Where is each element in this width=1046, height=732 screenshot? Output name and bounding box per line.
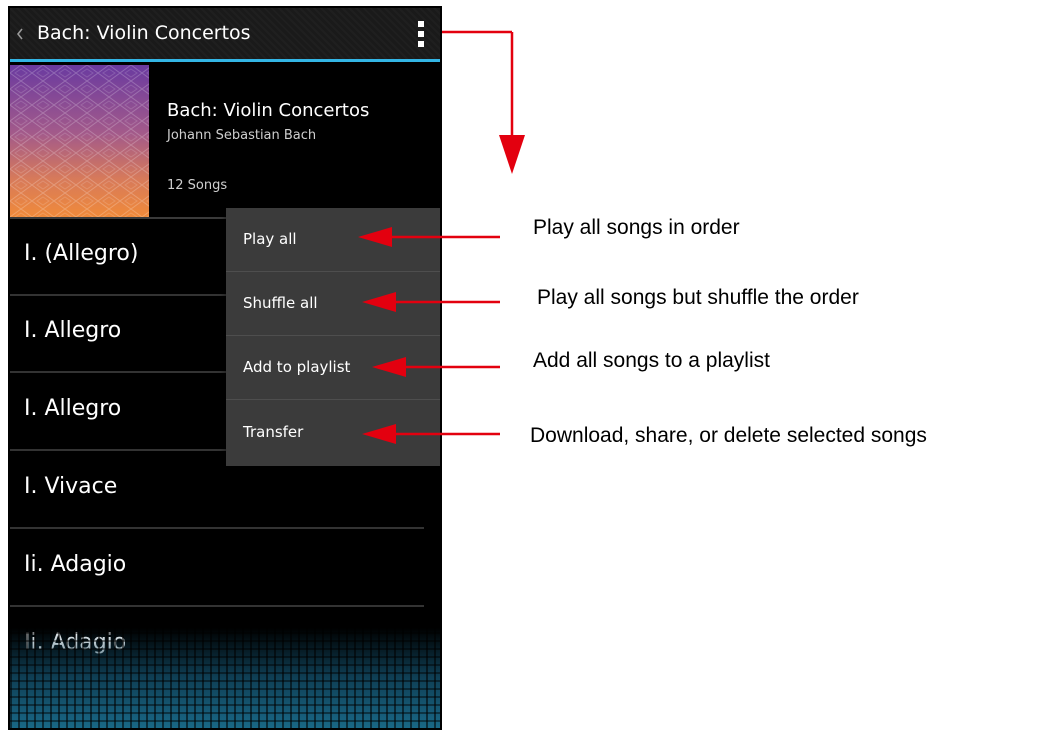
- callout-shuffle-all: Play all songs but shuffle the order: [537, 286, 859, 309]
- song-title: I. Vivace: [24, 474, 118, 499]
- song-title: Ii. Andante: [24, 708, 144, 730]
- chevron-left-icon[interactable]: [14, 20, 26, 48]
- overflow-menu: Play all Shuffle all Add to playlist Tra…: [226, 208, 440, 466]
- phone-screen: Bach: Violin Concertos Bach: Violin Conc…: [8, 6, 442, 730]
- list-item[interactable]: Ii. Adagio: [10, 530, 440, 607]
- menu-item-label: Add to playlist: [243, 358, 351, 376]
- menu-item-label: Play all: [243, 230, 297, 248]
- album-title: Bach: Violin Concertos: [167, 100, 370, 121]
- song-title: I. Allegro: [24, 318, 122, 343]
- song-title: Ii. Adagio: [24, 630, 127, 655]
- menu-divider: [226, 399, 440, 400]
- album-song-count: 12 Songs: [167, 178, 228, 193]
- menu-item-add-to-playlist[interactable]: Add to playlist: [226, 336, 440, 400]
- callout-transfer: Download, share, or delete selected song…: [530, 424, 927, 447]
- menu-item-label: Transfer: [243, 423, 304, 441]
- list-item[interactable]: Ii. Adagio: [10, 608, 440, 685]
- list-item[interactable]: Ii. Andante: [10, 686, 440, 730]
- album-art[interactable]: [10, 65, 149, 217]
- action-bar: Bach: Violin Concertos: [10, 8, 440, 62]
- action-bar-title: Bach: Violin Concertos: [37, 22, 251, 44]
- album-artist: Johann Sebastian Bach: [167, 128, 317, 143]
- menu-item-play-all[interactable]: Play all: [226, 208, 440, 272]
- song-title: I. (Allegro): [24, 241, 139, 266]
- callout-play-all: Play all songs in order: [533, 216, 740, 239]
- list-divider: [10, 605, 424, 607]
- list-divider: [10, 683, 424, 685]
- overflow-arrow: [442, 30, 525, 174]
- callout-add-to-playlist: Add all songs to a playlist: [533, 349, 770, 372]
- menu-item-shuffle-all[interactable]: Shuffle all: [226, 272, 440, 336]
- song-title: Ii. Adagio: [24, 552, 127, 577]
- menu-item-transfer[interactable]: Transfer: [226, 401, 440, 465]
- list-divider: [10, 527, 424, 529]
- overflow-menu-icon[interactable]: [416, 20, 426, 48]
- menu-item-label: Shuffle all: [243, 294, 318, 312]
- song-title: I. Allegro: [24, 396, 122, 421]
